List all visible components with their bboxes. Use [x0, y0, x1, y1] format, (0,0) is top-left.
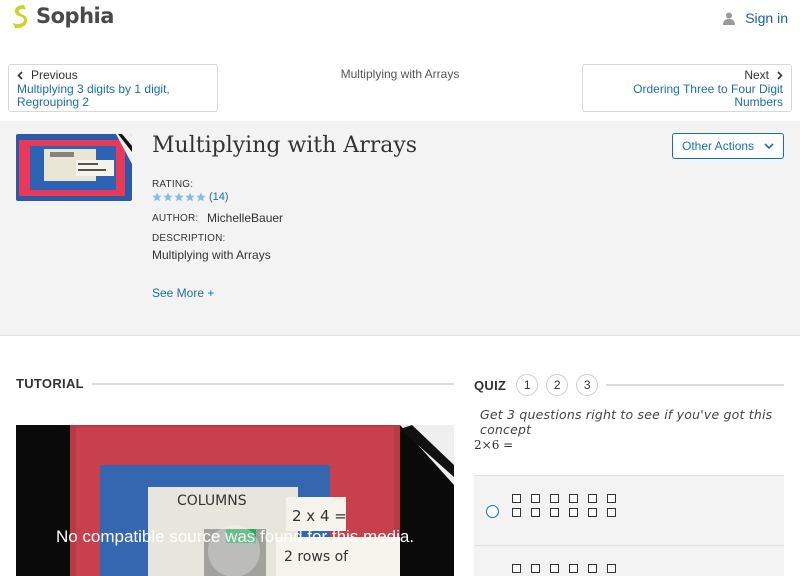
lesson-navigation: Previous Multiplying 3 digits by 1 digit… [0, 57, 800, 121]
chevron-right-icon [777, 71, 783, 80]
next-lesson-link[interactable]: Next Ordering Three to Four Digit Number… [582, 64, 792, 112]
see-more-link[interactable]: See More + [152, 286, 214, 300]
quiz-steps: 1 2 3 [516, 374, 606, 396]
array-square [512, 508, 521, 517]
star-icon [163, 192, 173, 202]
quiz-step[interactable]: 2 [546, 374, 569, 396]
description-text: Multiplying with Arrays [152, 248, 271, 262]
array-square [512, 564, 521, 573]
sophia-logo-icon [13, 5, 28, 29]
array-square [512, 494, 521, 503]
sign-in-label: Sign in [745, 10, 788, 26]
lesson-info-panel: Multiplying with Arrays Other Actions RA… [0, 121, 800, 336]
tutorial-header: TUTORIAL [16, 376, 454, 391]
array-square [550, 508, 559, 517]
top-bar: Sophia Sign in [0, 0, 800, 34]
video-error-message: No compatible source was found for this … [55, 527, 415, 546]
brand-name: Sophia [36, 4, 114, 28]
other-actions-button[interactable]: Other Actions [672, 133, 784, 159]
star-icon [174, 192, 184, 202]
array-square [531, 508, 540, 517]
array-square [550, 494, 559, 503]
thumbnail-image [16, 134, 132, 201]
svg-text:COLUMNS: COLUMNS [177, 493, 247, 509]
sign-in-link[interactable]: Sign in [723, 10, 788, 26]
answer-radio[interactable] [486, 505, 499, 518]
answer-option[interactable] [474, 475, 784, 545]
description-label: DESCRIPTION: [152, 233, 226, 244]
array-square [607, 494, 616, 503]
array-square [588, 564, 597, 573]
lesson-thumbnail[interactable] [16, 134, 132, 201]
rating-stars[interactable]: (14) [152, 191, 229, 203]
array-squares [512, 564, 617, 573]
next-lesson-title: Ordering Three to Four Digit Numbers [633, 82, 783, 109]
array-square [569, 564, 578, 573]
quiz-prompt: Get 3 questions right to see if you've g… [480, 407, 773, 437]
quiz-header: QUIZ 1 2 3 [474, 374, 784, 396]
author-label: AUTHOR: [152, 213, 199, 224]
quiz-step[interactable]: 1 [516, 374, 539, 396]
quiz-heading: QUIZ [474, 377, 507, 393]
array-square [569, 508, 578, 517]
previous-lesson-title: Multiplying 3 digits by 1 digit, Regroup… [17, 82, 170, 109]
video-player[interactable]: COLUMNS 2 x 4 = 2 rows of No compatible … [16, 425, 454, 576]
user-icon [723, 12, 736, 25]
array-square [607, 508, 616, 517]
next-label: Next [744, 68, 769, 82]
divider [606, 384, 784, 386]
divider [91, 382, 454, 385]
array-square [550, 564, 559, 573]
array-square [588, 508, 597, 517]
video-poster: COLUMNS 2 x 4 = 2 rows of [16, 425, 454, 576]
array-square [569, 494, 578, 503]
rating-label: RATING: [152, 179, 194, 190]
sophia-logo[interactable]: Sophia [10, 3, 114, 29]
star-icon [196, 192, 206, 202]
other-actions-label: Other Actions [682, 139, 755, 153]
star-icon [152, 192, 162, 202]
star-icon [185, 192, 195, 202]
array-square [531, 564, 540, 573]
svg-text:2 rows of: 2 rows of [284, 549, 349, 565]
lesson-title: Multiplying with Arrays [152, 133, 418, 158]
tutorial-heading: TUTORIAL [16, 376, 84, 391]
quiz-question: 2×6 = [474, 438, 514, 452]
array-square [588, 494, 597, 503]
author-name: MichelleBauer [207, 211, 284, 225]
array-square [531, 494, 540, 503]
quiz-step[interactable]: 3 [576, 374, 599, 396]
array-squares [512, 494, 617, 517]
rating-count[interactable]: (14) [209, 191, 229, 203]
chevron-down-icon [764, 143, 774, 149]
answer-option[interactable] [474, 545, 784, 576]
array-square [607, 564, 616, 573]
